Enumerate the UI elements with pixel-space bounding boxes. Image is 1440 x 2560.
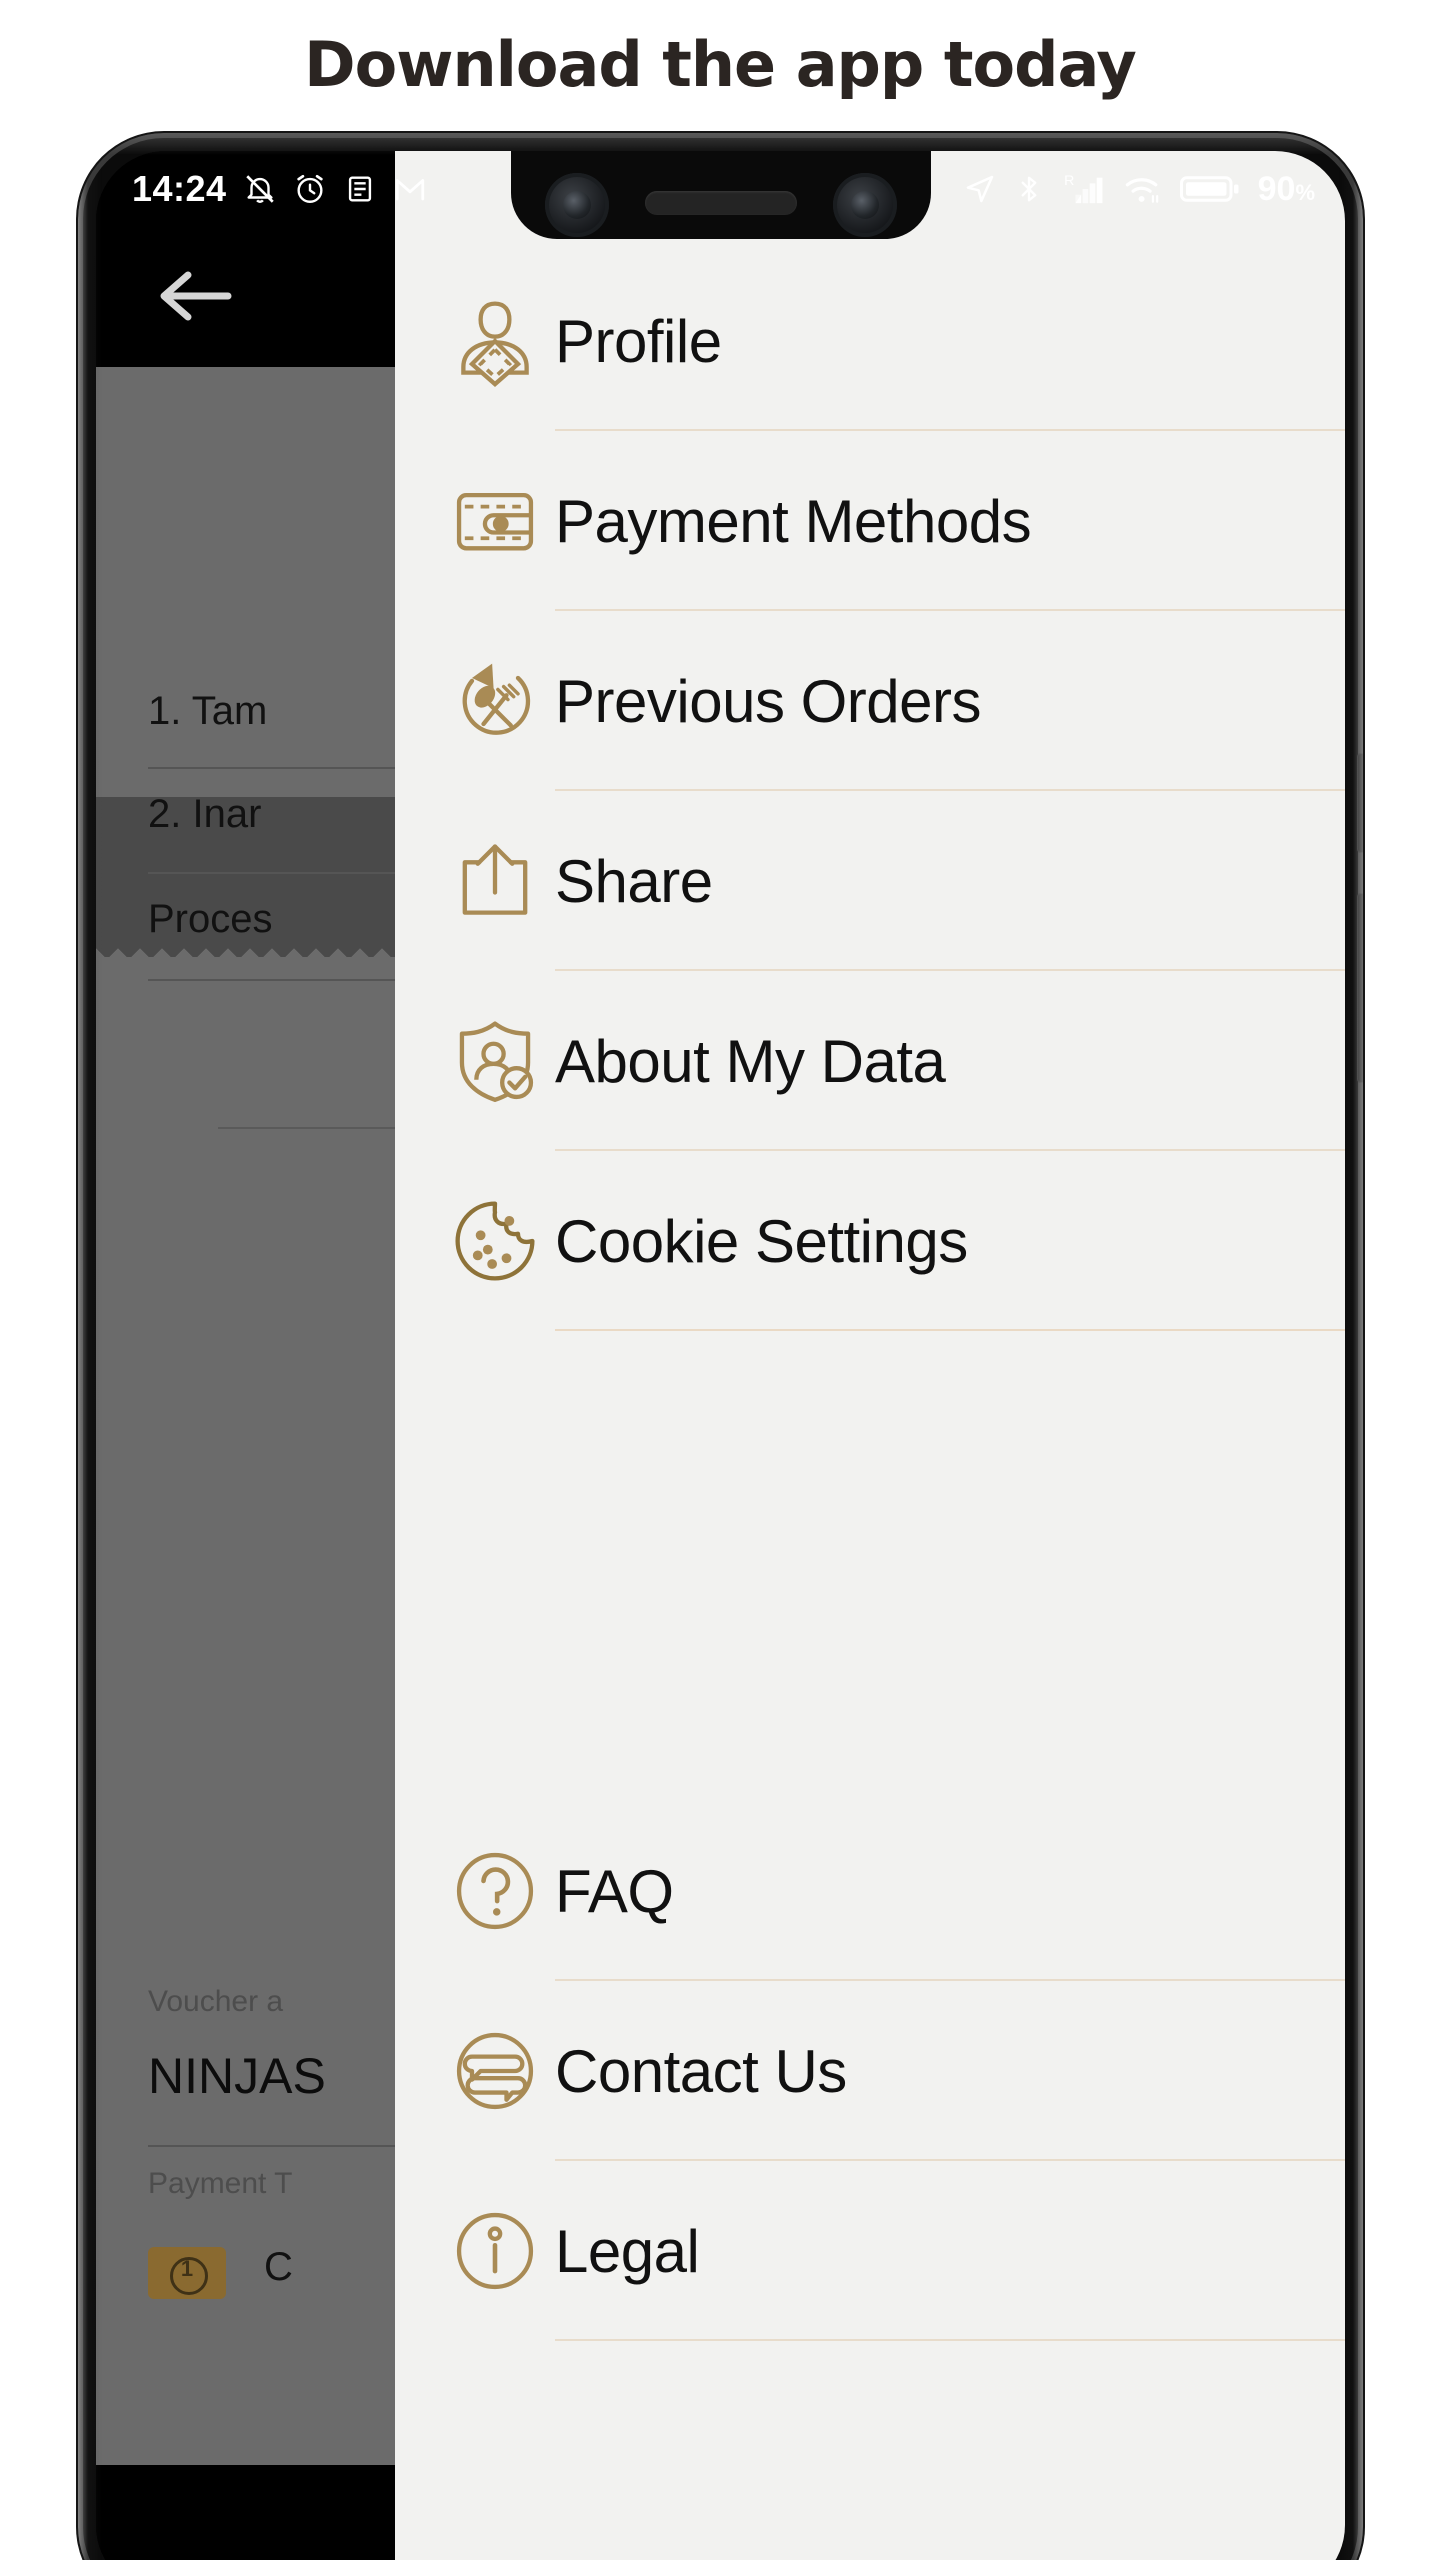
info-circle-icon [435, 2205, 555, 2297]
roaming-signal-icon: R [1062, 172, 1106, 206]
menu-item-label: Cookie Settings [555, 1207, 968, 1275]
menu-item-previous-orders[interactable]: Previous Orders [395, 611, 1345, 791]
profile-ninja-icon [435, 295, 555, 387]
phone-device-frame: 1. Tam 2. Inar Proces Voucher a NINJAS P… [78, 133, 1363, 2560]
menu-divider [555, 1329, 1345, 1331]
menu-item-label: Payment Methods [555, 487, 1032, 555]
wallet-icon [435, 475, 555, 567]
menu-item-share[interactable]: Share [395, 791, 1345, 971]
background-process-line: Proces [148, 897, 273, 941]
order-history-icon [435, 655, 555, 747]
background-payment-label: Payment T [148, 2167, 293, 2200]
location-arrow-icon [964, 173, 996, 205]
menu-item-about-my-data[interactable]: About My Data [395, 971, 1345, 1151]
phone-side-button-upper[interactable] [1357, 753, 1363, 853]
menu-item-label: Contact Us [555, 2037, 847, 2105]
gmail-icon [393, 172, 427, 206]
cookie-icon [435, 1195, 555, 1287]
page-root: Download the app today 1. Tam 2. Inar Pr… [0, 0, 1440, 2560]
menu-item-contact-us[interactable]: Contact Us [395, 1981, 1345, 2161]
shield-person-icon [435, 1015, 555, 1107]
phone-side-button-lower[interactable] [1357, 893, 1363, 1083]
drawer-spacer [395, 1331, 1345, 1801]
alarm-clock-icon [293, 172, 327, 206]
question-circle-icon [435, 1845, 555, 1937]
front-camera-left-icon [544, 173, 609, 237]
bluetooth-icon [1014, 173, 1044, 205]
status-bar-left: 14:24 [132, 168, 427, 210]
svg-text:R: R [1064, 173, 1074, 189]
status-bar-right: R 90% [964, 170, 1315, 209]
wifi-icon [1124, 172, 1162, 206]
menu-item-payment-methods[interactable]: Payment Methods [395, 431, 1345, 611]
menu-item-label: Share [555, 847, 713, 915]
news-article-icon [343, 172, 377, 206]
bell-off-icon [243, 172, 277, 206]
chat-bubbles-circle-icon [435, 2025, 555, 2117]
battery-icon [1179, 174, 1240, 204]
menu-item-label: Profile [555, 307, 722, 375]
menu-item-faq[interactable]: FAQ [395, 1801, 1345, 1981]
background-order-line-1: 1. Tam [148, 689, 268, 733]
page-title: Download the app today [304, 28, 1137, 101]
earpiece-speaker [644, 191, 797, 215]
menu-item-cookie-settings[interactable]: Cookie Settings [395, 1151, 1345, 1331]
front-camera-right-icon [832, 173, 897, 237]
menu-item-label: About My Data [555, 1027, 946, 1095]
navigation-drawer: Profile Payment Methods Previous Orders … [395, 151, 1345, 2560]
menu-item-profile[interactable]: Profile [395, 251, 1345, 431]
status-time: 14:24 [132, 168, 227, 209]
back-arrow-icon[interactable] [158, 267, 232, 325]
menu-divider [555, 2339, 1345, 2341]
menu-item-label: FAQ [555, 1857, 674, 1925]
battery-percent: 90% [1257, 169, 1315, 208]
drawer-bottom-section: FAQ Contact Us Legal [395, 1801, 1345, 2341]
phone-screen: 1. Tam 2. Inar Proces Voucher a NINJAS P… [96, 151, 1345, 2560]
background-voucher-code: NINJAS [148, 2048, 326, 2104]
share-icon [435, 835, 555, 927]
menu-item-label: Legal [555, 2217, 700, 2285]
background-payment-value: C [264, 2245, 293, 2289]
phone-notch [510, 151, 931, 239]
banknote-icon [148, 2247, 226, 2299]
background-voucher-label: Voucher a [148, 1985, 284, 2018]
menu-item-label: Previous Orders [555, 667, 981, 735]
background-order-line-2: 2. Inar [148, 792, 262, 836]
menu-item-legal[interactable]: Legal [395, 2161, 1345, 2341]
